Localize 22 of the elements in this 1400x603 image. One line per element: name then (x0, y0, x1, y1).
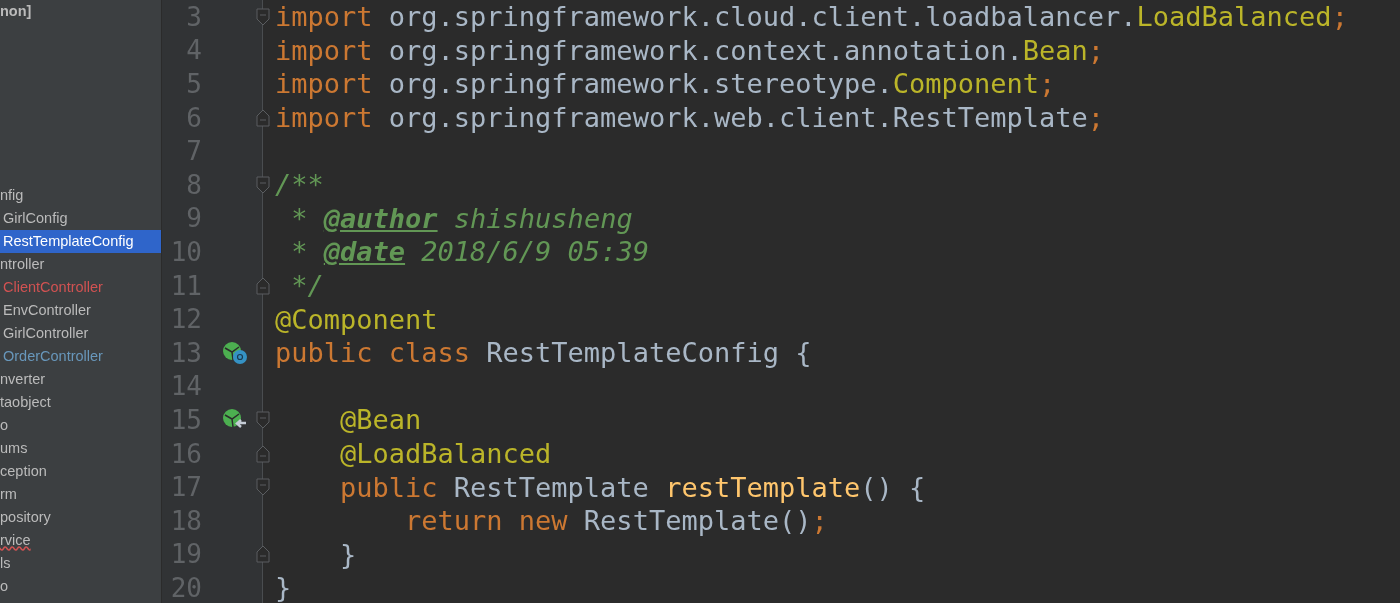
fold-icon[interactable] (256, 7, 270, 26)
code-line: import org.springframework.context.annotation.Bean; (274, 36, 1105, 64)
code-line: import org.springframework.stereotype.Component; (274, 70, 1056, 98)
code-line: * @date 2018/6/9 05:39 (290, 238, 649, 266)
code-line: import org.springframework.web.client.RestTemplate; (274, 104, 1105, 132)
code-line: return new RestTemplate(); (404, 507, 828, 535)
bean-icon[interactable] (222, 340, 248, 365)
code-line: public class RestTemplateConfig { (274, 339, 812, 367)
fold-icon[interactable] (256, 410, 270, 429)
code-line: @LoadBalanced (339, 440, 552, 467)
code-line: @Bean (339, 406, 422, 434)
fold-icon[interactable] (256, 478, 270, 497)
code-line: public RestTemplate restTemplate() { (339, 473, 926, 501)
tree-item[interactable]: RestTemplateConfig (0, 230, 161, 253)
code-line: @Component (274, 305, 438, 333)
code-line: } (274, 574, 292, 602)
code-line: } (339, 540, 357, 568)
code-line: import org.springframework.cloud.client.loadbalancer.LoadBalanced; (274, 3, 1348, 31)
fold-icon[interactable] (256, 175, 270, 194)
code-line: * @author shishusheng (290, 204, 633, 232)
code-line: /** (274, 171, 324, 199)
code-line: */ (290, 272, 324, 300)
